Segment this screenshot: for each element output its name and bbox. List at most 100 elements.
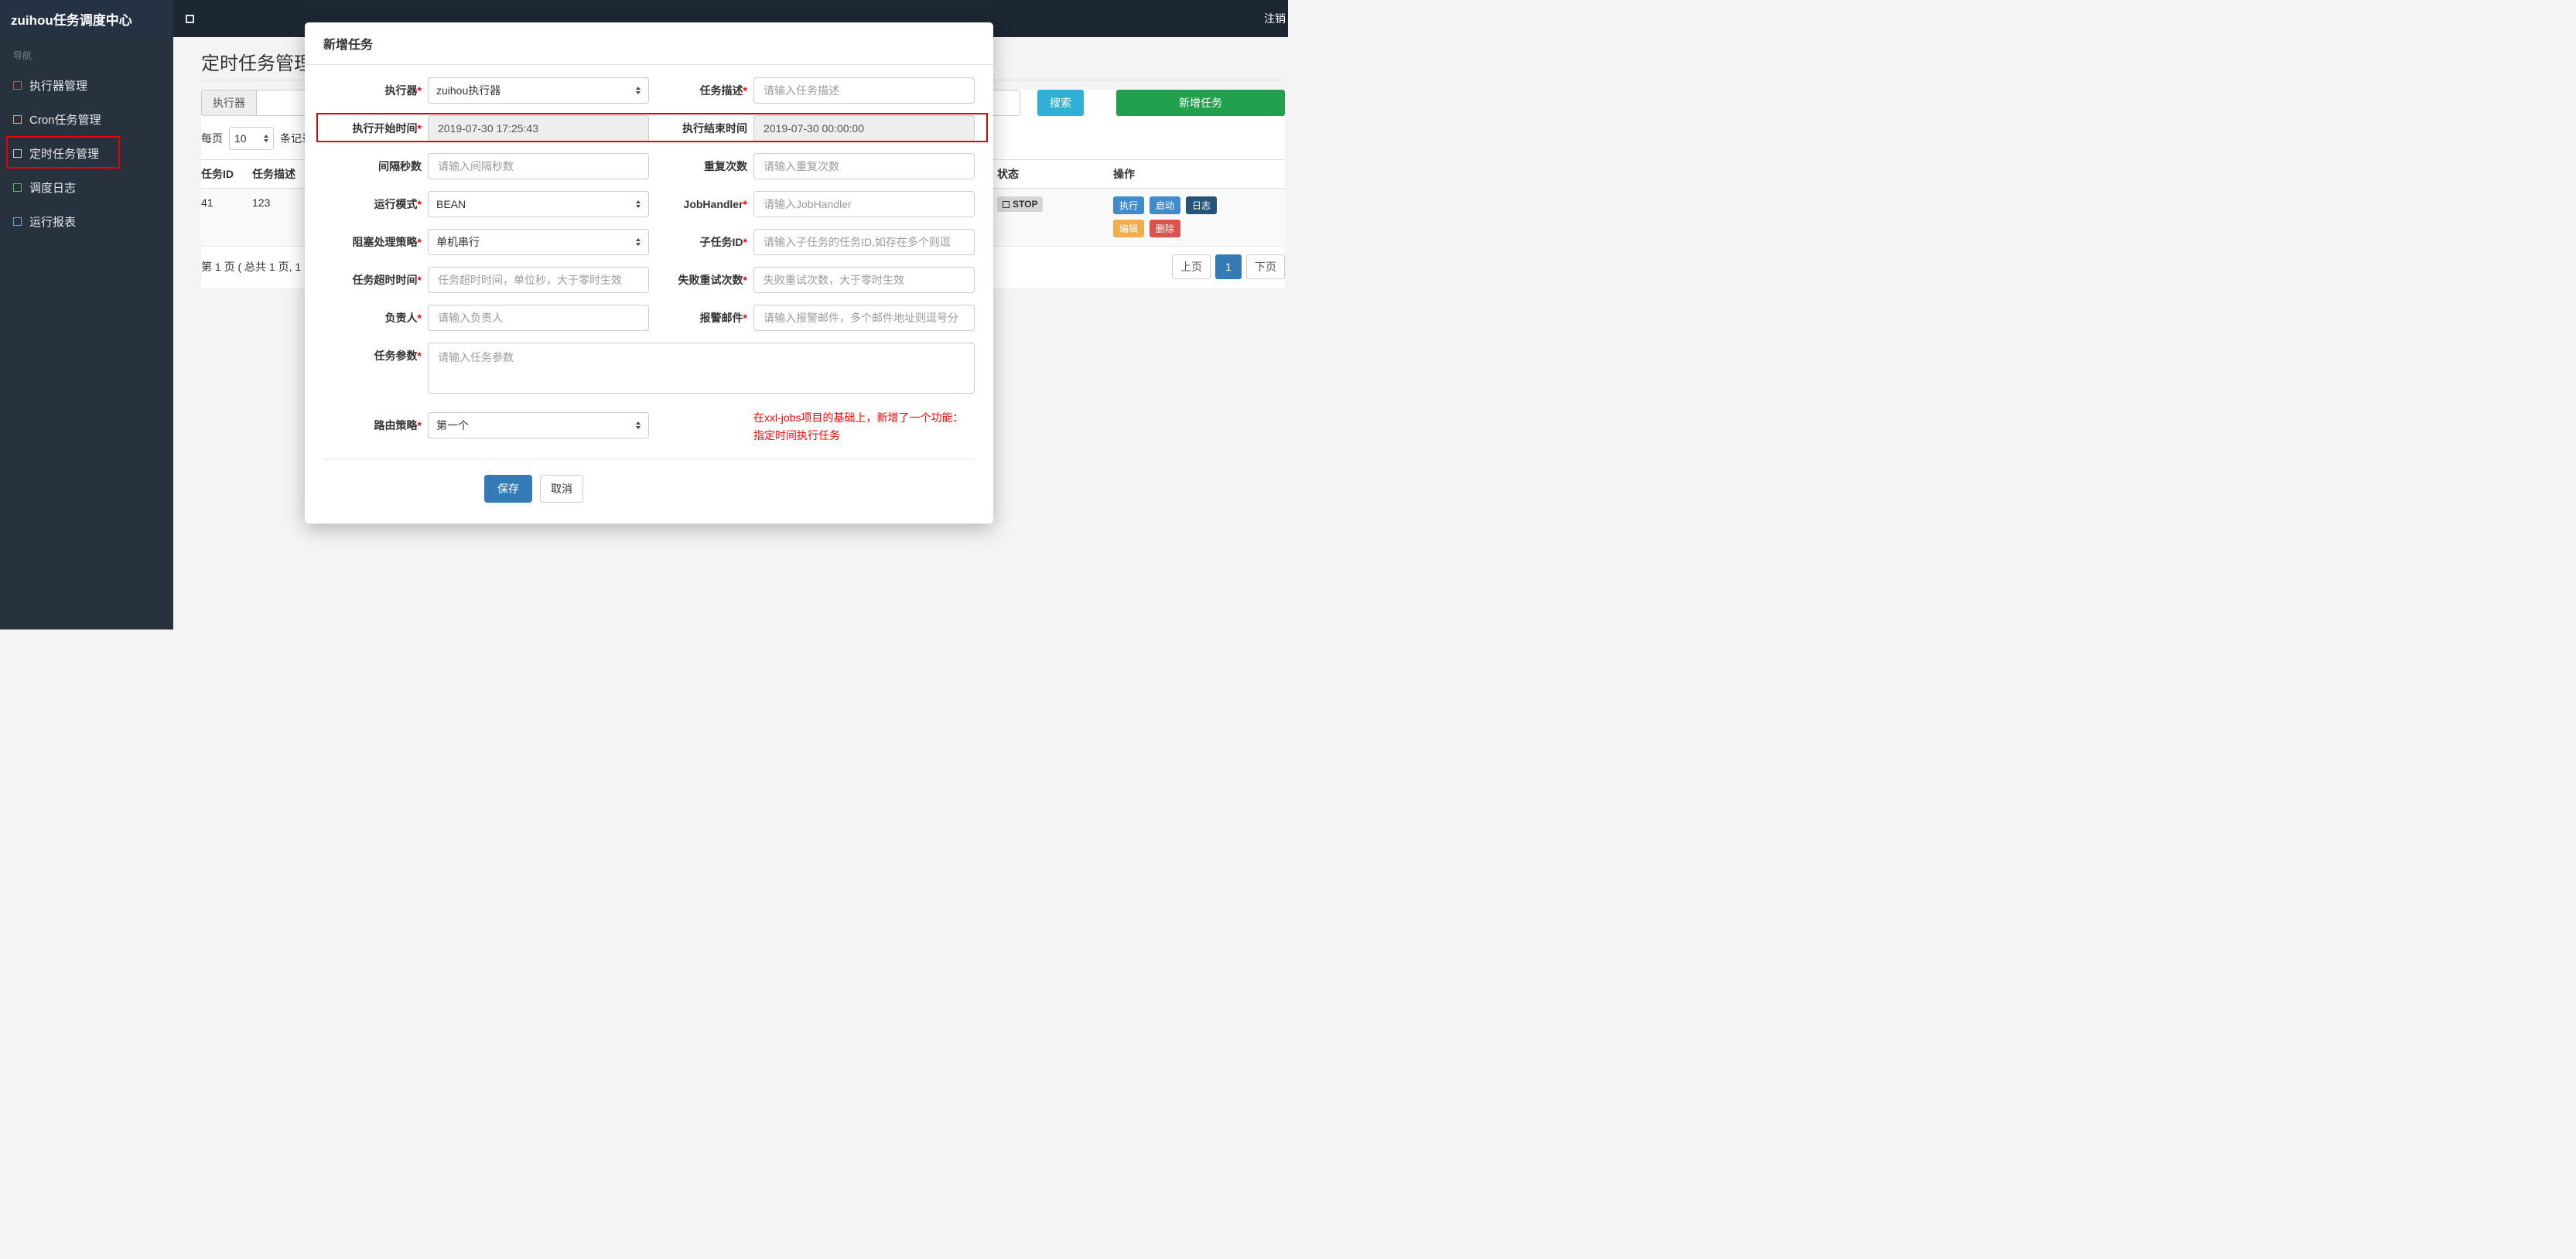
executor-select[interactable]: zuihou执行器 — [428, 77, 649, 104]
block-strategy-select-value: 单机串行 — [436, 236, 480, 248]
cell-task-id: 41 — [201, 196, 214, 209]
sidebar-item-schedule-log[interactable]: 调度日志 — [0, 170, 173, 204]
timeout-label: 任务超时时间* — [352, 274, 422, 286]
job-desc-input[interactable] — [753, 77, 975, 104]
square-icon — [13, 183, 22, 192]
header-operations: 操作 — [1113, 168, 1135, 180]
required-marker: * — [743, 274, 747, 286]
run-mode-select-value: BEAN — [436, 198, 466, 210]
sidebar-item-label: 定时任务管理 — [29, 147, 100, 161]
repeat-input[interactable] — [753, 153, 975, 179]
sidebar-item-label: Cron任务管理 — [29, 113, 101, 127]
alarm-email-label: 报警邮件* — [699, 312, 747, 324]
page-title: 定时任务管理 — [201, 53, 313, 74]
job-param-label: 任务参数* — [374, 350, 422, 362]
select-arrows-icon — [636, 87, 641, 94]
route-strategy-label: 路由策略* — [374, 418, 422, 432]
per-page-select[interactable]: 10 — [229, 127, 274, 150]
square-icon — [13, 114, 22, 124]
select-arrows-icon — [636, 238, 641, 246]
required-marker: * — [743, 236, 747, 248]
square-icon — [1003, 200, 1010, 208]
job-param-textarea[interactable] — [428, 343, 975, 394]
select-arrows-icon — [636, 200, 641, 208]
select-arrows-icon — [636, 421, 641, 429]
sidebar-item-label: 执行器管理 — [29, 79, 88, 93]
required-marker: * — [743, 84, 747, 97]
block-strategy-select[interactable]: 单机串行 — [428, 229, 649, 255]
job-desc-label: 任务描述* — [699, 84, 747, 97]
pagination-summary: 第 1 页 ( 总共 1 页, 1 — [201, 261, 302, 273]
fail-retry-label: 失败重试次数* — [678, 274, 747, 286]
square-icon — [13, 148, 22, 158]
per-page-value: 10 — [234, 132, 247, 145]
run-mode-select[interactable]: BEAN — [428, 191, 649, 217]
sidebar-nav-header: 导航 — [13, 50, 32, 61]
alarm-email-input[interactable] — [753, 305, 975, 331]
start-time-label: 执行开始时间* — [352, 122, 422, 135]
required-marker: * — [417, 198, 422, 210]
sidebar-item-cron-task-management[interactable]: Cron任务管理 — [0, 102, 173, 136]
timeout-input[interactable] — [428, 267, 649, 293]
next-page-button[interactable]: 下页 — [1246, 254, 1285, 279]
cancel-button[interactable]: 取消 — [540, 475, 583, 503]
status-badge-label: STOP — [1013, 199, 1038, 210]
save-button[interactable]: 保存 — [484, 475, 532, 503]
edit-button[interactable]: 编辑 — [1113, 220, 1145, 237]
sidebar-item-label: 调度日志 — [29, 181, 77, 195]
feature-note: 在xxl-jobs项目的基础上，新增了一个功能： 指定时间执行任务 — [753, 405, 963, 445]
run-mode-label: 运行模式* — [374, 198, 422, 210]
route-strategy-select[interactable]: 第一个 — [428, 411, 649, 438]
sidebar-item-executor-management[interactable]: 执行器管理 — [0, 68, 173, 102]
required-marker: * — [417, 84, 422, 97]
executor-select-value: zuihou执行器 — [436, 84, 501, 97]
add-task-button[interactable]: 新增任务 — [1116, 90, 1285, 116]
required-marker: * — [743, 198, 747, 210]
sidebar: 导航 执行器管理 Cron任务管理 定时任务管理 调度日志 运行报表 — [0, 37, 173, 630]
start-button[interactable]: 启动 — [1150, 196, 1181, 214]
owner-input[interactable] — [428, 305, 649, 331]
fail-retry-input[interactable] — [753, 267, 975, 293]
prev-page-button[interactable]: 上页 — [1172, 254, 1211, 279]
repeat-label: 重复次数 — [704, 160, 747, 172]
executor-filter-label: 执行器 — [201, 90, 256, 116]
exec-button[interactable]: 执行 — [1113, 196, 1145, 214]
logout-link[interactable]: 注销 — [1264, 11, 1288, 26]
interval-label: 间隔秒数 — [378, 160, 422, 172]
start-time-input[interactable] — [428, 115, 649, 142]
route-strategy-select-value: 第一个 — [436, 418, 469, 432]
required-marker: * — [417, 236, 422, 248]
interval-input[interactable] — [428, 153, 649, 179]
sidebar-item-timed-task-management[interactable]: 定时任务管理 — [0, 136, 173, 170]
feature-note-line1: 在xxl-jobs项目的基础上，新增了一个功能： — [753, 411, 964, 424]
delete-button[interactable]: 删除 — [1150, 220, 1181, 237]
sidebar-item-run-report[interactable]: 运行报表 — [0, 204, 173, 238]
square-icon — [13, 217, 22, 226]
status-badge: STOP — [997, 196, 1044, 212]
sidebar-toggle-icon[interactable] — [186, 14, 194, 23]
executor-label: 执行器* — [384, 84, 422, 97]
required-marker: * — [417, 418, 422, 432]
add-task-modal: 新增任务 执行器* zuihou执行器 任务描述* 执行开始时间* 执行结束时间 — [305, 22, 993, 524]
block-strategy-label: 阻塞处理策略* — [352, 236, 422, 248]
log-button[interactable]: 日志 — [1186, 196, 1218, 214]
child-job-id-input[interactable] — [753, 229, 975, 255]
search-button[interactable]: 搜索 — [1037, 90, 1084, 116]
pagination-controls: 上页 1 下页 — [1172, 254, 1285, 279]
modal-body: 执行器* zuihou执行器 任务描述* 执行开始时间* 执行结束时间 — [305, 65, 993, 524]
child-job-id-label: 子任务ID* — [699, 236, 747, 248]
cell-operations: 执行 启动 日志 编辑 删除 — [1113, 196, 1285, 243]
modal-footer-buttons: 保存 取消 — [484, 475, 975, 503]
brand-logo[interactable]: zuihou任务调度中心 — [0, 0, 173, 37]
feature-note-line2: 指定时间执行任务 — [753, 429, 840, 442]
end-time-label: 执行结束时间 — [682, 122, 747, 135]
job-handler-label: JobHandler* — [683, 198, 747, 210]
end-time-input[interactable] — [753, 115, 975, 142]
cell-status: STOP — [997, 196, 1113, 243]
page-1-button[interactable]: 1 — [1215, 254, 1242, 279]
required-marker: * — [417, 350, 422, 362]
sidebar-item-label: 运行报表 — [29, 215, 77, 229]
required-marker: * — [743, 312, 747, 324]
required-marker: * — [417, 312, 422, 324]
job-handler-input[interactable] — [753, 191, 975, 217]
